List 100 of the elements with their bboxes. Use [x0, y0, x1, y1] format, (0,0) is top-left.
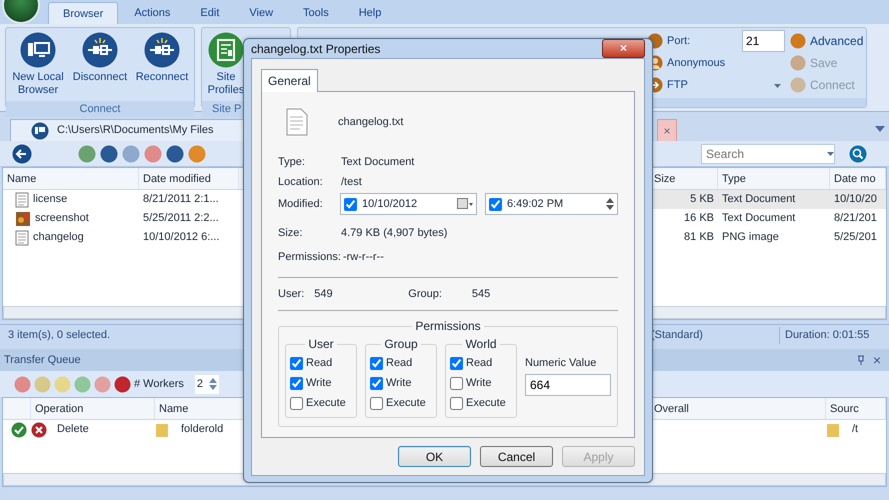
- field-value: Text Document: [341, 154, 414, 170]
- calendar-icon[interactable]: [457, 198, 474, 210]
- field-label: Location:: [278, 174, 324, 190]
- ribbon-button[interactable]: Disconnect: [70, 30, 130, 99]
- field-value: 6:49:02 PM: [506, 196, 564, 212]
- checkbox-label: Write: [306, 376, 332, 391]
- pin-icon[interactable]: [856, 355, 865, 365]
- spinner-value: 2: [196, 376, 204, 392]
- checkbox[interactable]: [488, 198, 502, 210]
- image-file-icon: [15, 210, 31, 226]
- column-header[interactable]: Operation: [31, 398, 155, 419]
- workers-label: # Workers: [134, 376, 184, 392]
- selected-row[interactable]: 5 KB Text Document 10/10/20: [650, 190, 886, 209]
- checkbox[interactable]: [370, 356, 383, 370]
- file-name[interactable]: changelog: [33, 229, 84, 246]
- back-icon[interactable]: [12, 144, 32, 164]
- group-title: Group: [383, 336, 419, 353]
- table-cell-text: Delete: [56, 422, 90, 438]
- date-picker[interactable]: 10/10/2012: [340, 193, 478, 215]
- field-label: Numeric Value: [525, 356, 598, 371]
- field-label: Permissions:: [278, 250, 341, 265]
- ribbon-button[interactable]: New Local Browser: [8, 30, 68, 99]
- group-title: User: [307, 336, 335, 353]
- ribbon-button[interactable]: Reconnect: [132, 30, 192, 99]
- column-header[interactable]: Name: [3, 168, 139, 189]
- text-file-icon: [15, 192, 29, 208]
- selected-row[interactable]: 81 KB PNG image 5/25/201: [650, 228, 886, 247]
- text-file-icon: [286, 108, 308, 136]
- caret-icon[interactable]: [875, 126, 885, 132]
- checkbox-label: Read: [466, 356, 492, 371]
- column-header[interactable]: Type: [718, 168, 830, 189]
- status-text: 3 item(s), 0 selected.: [7, 328, 110, 344]
- time-picker[interactable]: 6:49:02 PM: [484, 193, 618, 215]
- checkbox[interactable]: [450, 396, 463, 410]
- field-label: Anonymous: [667, 56, 726, 71]
- table-cell-text: 5/25/2011 2:2...: [142, 211, 220, 226]
- checkbox-label: Read: [306, 356, 332, 371]
- table-cell-text: 8/21/2011 2:1...: [142, 192, 220, 208]
- dialog-button[interactable]: OK: [398, 446, 471, 467]
- caret-icon[interactable]: [827, 152, 834, 156]
- checkbox-label: Execute: [386, 396, 426, 411]
- field-value: -rw-r--r--: [342, 250, 384, 265]
- field-value: 4.79 KB (4,907 bytes): [341, 226, 448, 241]
- checkbox[interactable]: [344, 198, 358, 210]
- group-title: Permissions: [414, 318, 482, 335]
- field-label: Port:: [667, 34, 690, 49]
- column-header[interactable]: Date modified: [139, 168, 239, 189]
- spinner-arrows-icon[interactable]: [209, 377, 218, 391]
- checkbox[interactable]: [450, 376, 463, 390]
- search-icon[interactable]: [849, 144, 867, 162]
- checkbox[interactable]: [450, 356, 463, 370]
- file-name[interactable]: license: [33, 191, 68, 208]
- file-name[interactable]: screenshot: [35, 210, 89, 227]
- checkbox[interactable]: [290, 396, 303, 410]
- field-label: FTP: [667, 78, 688, 93]
- close-button[interactable]: ×: [872, 350, 881, 370]
- table-cell-text: Text Document: [721, 192, 796, 208]
- workers-spinner[interactable]: 2: [194, 374, 220, 394]
- monitor-icon: [20, 32, 56, 68]
- status-text: (Standard): [651, 328, 704, 344]
- ribbon-tab[interactable]: Edit: [186, 2, 234, 24]
- numeric-field[interactable]: 664: [525, 374, 611, 396]
- spinner-arrows-icon[interactable]: [606, 197, 614, 211]
- dialog-title: changelog.txt Properties: [251, 40, 380, 58]
- action-button[interactable]: Advanced: [790, 30, 862, 52]
- dialog-button[interactable]: Cancel: [480, 446, 553, 467]
- document-icon: [208, 32, 244, 68]
- close-tab-button[interactable]: ×: [657, 119, 677, 141]
- field-value: 545: [472, 286, 490, 302]
- ribbon-tab[interactable]: Help: [344, 2, 396, 24]
- caret-icon[interactable]: [774, 84, 781, 88]
- ribbon-tab[interactable]: View: [235, 2, 288, 24]
- checkbox[interactable]: [370, 376, 383, 390]
- ribbon-tab[interactable]: Browser: [48, 2, 118, 24]
- port-field[interactable]: 21: [742, 30, 785, 52]
- checkbox[interactable]: [290, 376, 303, 390]
- ribbon-tab[interactable]: Tools: [289, 2, 343, 24]
- group-label: Connect: [6, 101, 194, 117]
- table-cell-text: 10/10/2012 6:...: [142, 230, 220, 246]
- field-value: 10/10/2012: [362, 196, 418, 212]
- field-label: Type:: [278, 154, 306, 170]
- table-cell-text: Text Document: [721, 211, 796, 226]
- column-header[interactable]: Date mo: [830, 168, 886, 189]
- ribbon-tab[interactable]: Actions: [120, 2, 184, 24]
- field-value: /test: [341, 174, 362, 190]
- checkbox-label: Execute: [306, 396, 346, 411]
- status-text: Duration: 0:01:55: [779, 327, 889, 344]
- table-cell-text: 8/21/201: [833, 211, 878, 226]
- field-label: Modified:: [278, 196, 324, 212]
- panel-title: Transfer Queue: [4, 352, 81, 368]
- checkbox-label: Execute: [466, 396, 506, 411]
- search-box[interactable]: Search: [701, 144, 835, 164]
- column-header[interactable]: Sourc: [826, 398, 886, 419]
- monitor-icon: [31, 122, 49, 140]
- dialog-tab[interactable]: General: [261, 69, 318, 92]
- checkbox[interactable]: [290, 356, 303, 370]
- table-cell-text: PNG image: [721, 230, 780, 246]
- checkbox[interactable]: [370, 396, 383, 410]
- selected-row[interactable]: 16 KB Text Document 8/21/201: [650, 209, 886, 228]
- table-cell-text: 16 KB: [683, 211, 715, 226]
